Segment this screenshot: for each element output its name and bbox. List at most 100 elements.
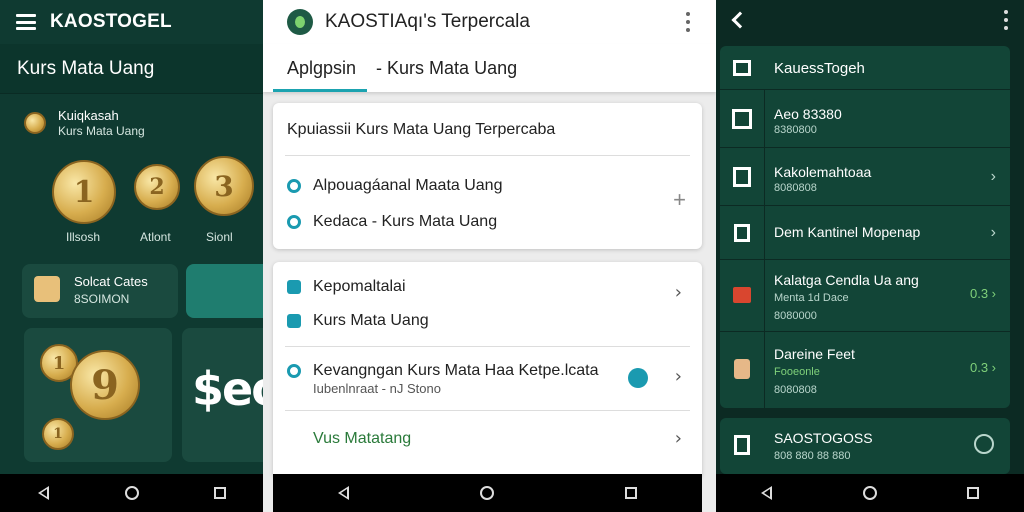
- app-brand: KAOSTOGEL: [50, 11, 172, 32]
- coin-1[interactable]: 1: [52, 160, 116, 224]
- home-icon[interactable]: [863, 486, 877, 500]
- right-list: KauessTogeh Aeo 83380 8380800 Kakolemaht…: [720, 46, 1010, 408]
- summary-row-2-label: Kedaca - Kurs Mata Uang: [313, 213, 498, 230]
- summary-row-1[interactable]: Alpouagáanal Maata Uang: [287, 177, 702, 195]
- coin-2[interactable]: 2: [134, 164, 180, 210]
- coin-icon: [24, 112, 46, 134]
- box-icon: [34, 276, 60, 302]
- tab-indicator: [273, 89, 367, 92]
- summary-card-title: Kpuiassii Kurs Mata Uang Terpercaba: [287, 121, 556, 138]
- back-icon[interactable]: [338, 486, 350, 500]
- right-app-bar: [716, 0, 1024, 40]
- small-coin-a-glyph: 1: [52, 352, 66, 374]
- right-screen: KauessTogeh Aeo 83380 8380800 Kakolemaht…: [716, 0, 1024, 512]
- left-app-bar: KAOSTOGEL: [0, 0, 263, 44]
- clock-icon: [287, 364, 301, 378]
- right-row-2-sub: 8080808: [774, 182, 817, 194]
- share-icon[interactable]: [974, 434, 994, 454]
- right-row-5-value[interactable]: 0.3 ›: [970, 360, 996, 375]
- more-icon[interactable]: [686, 12, 690, 32]
- details-row-2[interactable]: Kurs Mata Uang: [287, 312, 702, 330]
- home-icon[interactable]: [124, 486, 139, 500]
- recents-icon[interactable]: [213, 487, 226, 499]
- coin-stack-card[interactable]: 1 9 1: [24, 328, 172, 462]
- footer-title: SAOSTOGOSS: [774, 430, 873, 446]
- big-coin-glyph: 9: [91, 361, 119, 409]
- add-button[interactable]: +: [673, 187, 686, 213]
- tab-kurs-mata-uang[interactable]: - Kurs Mata Uang: [376, 58, 517, 79]
- details-row-4-label[interactable]: Vus Matatang: [313, 430, 411, 448]
- right-row-2[interactable]: Kakolemahtoaa 8080808 ›: [720, 148, 1010, 206]
- header-card-subtitle: Kurs Mata Uang: [58, 124, 145, 138]
- divider: [285, 346, 690, 347]
- chevron-right-icon[interactable]: ›: [675, 428, 682, 449]
- right-header-row: KauessTogeh: [720, 46, 1010, 90]
- chevron-right-icon[interactable]: ›: [991, 168, 996, 186]
- right-row-5[interactable]: Dareine Feet Fooeonle 8080808 0.3 ›: [720, 332, 1010, 408]
- coin-3-label: Sionl: [206, 230, 233, 244]
- app-logo-icon: [287, 9, 313, 35]
- details-row-3-label: Kevangngan Kurs Mata Haa Ketpe.lcata: [313, 362, 599, 379]
- footer-sub: 808 880 88 880: [774, 450, 851, 462]
- chevron-right-icon[interactable]: ›: [991, 224, 996, 242]
- clock-icon: [287, 179, 301, 193]
- chevron-right-icon[interactable]: ›: [675, 282, 682, 303]
- right-row-4-title: Kalatga Cendla Ua ang: [774, 272, 919, 288]
- solcat-card-title: Solcat Cates: [74, 274, 148, 289]
- accent-card[interactable]: [186, 264, 263, 318]
- summary-card: Kpuiassii Kurs Mata Uang Terpercaba Alpo…: [273, 103, 702, 249]
- right-row-5-sub2: 8080808: [774, 384, 817, 396]
- middle-tabs: Aplgpsin - Kurs Mata Uang: [263, 44, 716, 92]
- details-row-1-label: Kepomaltalai: [313, 278, 406, 295]
- recents-icon[interactable]: [624, 487, 637, 499]
- right-row-4-sub: Menta 1d Dace: [774, 292, 849, 304]
- calendar-icon: [728, 106, 756, 132]
- dollar-text: $eo: [192, 362, 263, 416]
- book-icon: [728, 164, 756, 190]
- back-arrow-icon[interactable]: [731, 11, 749, 29]
- chevron-right-icon[interactable]: ›: [675, 366, 682, 387]
- coin-2-label: Atlont: [140, 230, 171, 244]
- dollar-card[interactable]: $eo: [182, 328, 263, 462]
- tab-aplgpsin[interactable]: Aplgpsin: [287, 58, 356, 79]
- header-card-title: Kuiqkasah: [58, 108, 119, 123]
- right-row-4-sub2: 8080000: [774, 310, 817, 322]
- recents-icon[interactable]: [967, 487, 979, 499]
- right-row-4[interactable]: Kalatga Cendla Ua ang Menta 1d Dace 8080…: [720, 260, 1010, 332]
- solcat-card-subtitle: 8SOIMON: [74, 292, 130, 306]
- divider: [285, 410, 690, 411]
- solcat-card[interactable]: Solcat Cates 8SOIMON: [22, 264, 178, 318]
- details-row-2-label: Kurs Mata Uang: [313, 312, 429, 329]
- coin-3-glyph: 3: [214, 169, 234, 203]
- left-system-nav: [0, 474, 263, 512]
- left-page-title: Kurs Mata Uang: [0, 44, 263, 94]
- right-row-5-title: Dareine Feet: [774, 346, 855, 362]
- coin-1-label: Illsosh: [66, 230, 101, 244]
- bag-icon: [728, 356, 756, 382]
- right-row-5-sub: Fooeonle: [774, 366, 820, 378]
- right-row-1[interactable]: Aeo 83380 8380800: [720, 90, 1010, 148]
- grid-icon: [728, 55, 756, 81]
- left-screen: KAOSTOGEL Kurs Mata Uang Kuiqkasah Kurs …: [0, 0, 263, 512]
- middle-system-nav: [273, 474, 702, 512]
- menu-icon[interactable]: [16, 14, 36, 30]
- clock-icon: [287, 215, 301, 229]
- details-row-1[interactable]: Kepomaltalai: [287, 278, 702, 296]
- home-icon[interactable]: [480, 486, 495, 500]
- right-row-3[interactable]: Dem Kantinel Mopenap ›: [720, 206, 1010, 260]
- right-footer-card[interactable]: SAOSTOGOSS 808 880 88 880: [720, 418, 1010, 474]
- right-row-4-value[interactable]: 0.3 ›: [970, 286, 996, 301]
- back-icon[interactable]: [761, 486, 773, 500]
- swap-icon[interactable]: [628, 368, 648, 388]
- more-icon[interactable]: [1004, 10, 1008, 30]
- summary-row-2[interactable]: Kedaca - Kurs Mata Uang: [287, 213, 702, 231]
- middle-screen: KAOSTIAqı's Terpercala Aplgpsin - Kurs M…: [263, 0, 716, 512]
- details-row-3-sub: Iubenlnraat - nJ Stono: [313, 381, 441, 396]
- small-coin-b: 1: [42, 418, 74, 450]
- right-header-title: KauessTogeh: [774, 60, 865, 77]
- coin-3[interactable]: 3: [194, 156, 254, 216]
- gift-icon: [728, 282, 756, 308]
- receipt-icon: [728, 432, 756, 458]
- back-icon[interactable]: [37, 486, 50, 500]
- coin-1-glyph: 1: [73, 174, 95, 210]
